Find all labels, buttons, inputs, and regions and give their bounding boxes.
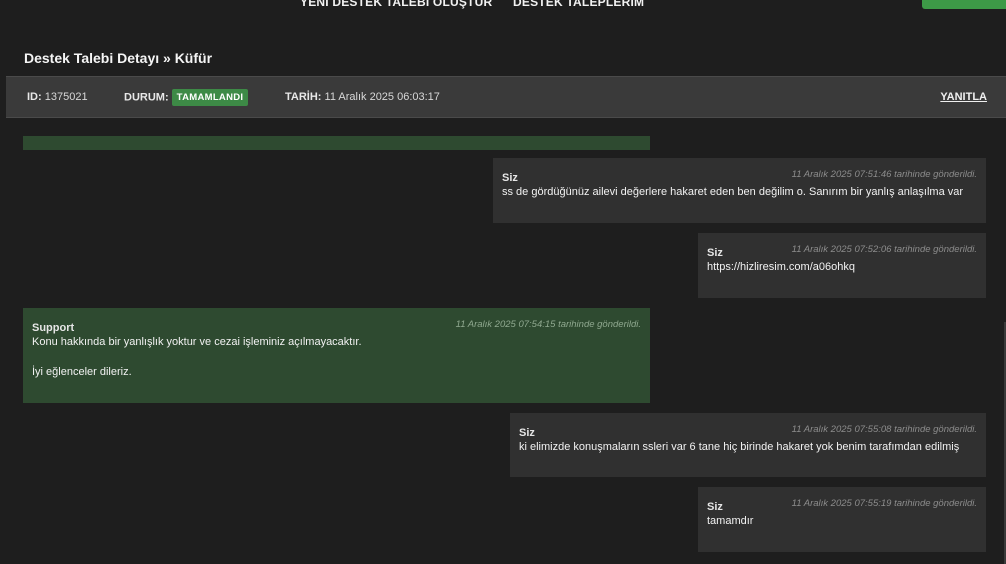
status-badge: TAMAMLANDI [171, 89, 249, 106]
message-timestamp: 11 Aralık 2025 07:55:19 tarihinde gönder… [791, 498, 977, 509]
message-author: Siz [519, 427, 535, 439]
message-author: Support [32, 322, 75, 334]
nav-my-tickets-link[interactable]: DESTEK TALEPLERİM [513, 0, 644, 9]
support-message-bottom-edge [23, 136, 650, 150]
nav-create-ticket-link[interactable]: YENİ DESTEK TALEBİ OLUŞTUR [300, 0, 492, 9]
message-bubble-user: Siz 11 Aralık 2025 07:55:19 tarihinde gö… [698, 487, 986, 552]
message-bubble-user: Siz 11 Aralık 2025 07:51:46 tarihinde gö… [493, 158, 986, 223]
message-bubble-user: Siz 11 Aralık 2025 07:55:08 tarihinde gö… [510, 413, 986, 477]
message-bubble-support: Support 11 Aralık 2025 07:54:15 tarihind… [23, 308, 650, 403]
reply-link[interactable]: YANITLA [940, 91, 987, 103]
ticket-id-value: 1375021 [44, 91, 88, 103]
ticket-date-value: 11 Aralık 2025 06:03:17 [324, 91, 440, 103]
ticket-date: TARİH: 11 Aralık 2025 06:03:17 [285, 91, 440, 103]
message-bubble-user: Siz 11 Aralık 2025 07:52:06 tarihinde gö… [698, 233, 986, 298]
message-author: Siz [707, 247, 723, 259]
top-navigation: YENİ DESTEK TALEBİ OLUŞTUR DESTEK TALEPL… [0, 0, 1006, 14]
ticket-status-label: DURUM: [124, 91, 169, 104]
message-text: ss de gördüğünüz ailevi değerlere hakare… [502, 186, 964, 198]
message-text: tamamdır [707, 515, 754, 527]
page-title: Destek Talebi Detayı » Küfür [24, 50, 213, 66]
message-timestamp: 11 Aralık 2025 07:52:06 tarihinde gönder… [791, 244, 977, 255]
ticket-info-bar: ID: 1375021 DURUM: TAMAMLANDI TARİH: 11 … [6, 76, 1006, 118]
ticket-id-label: ID: [27, 91, 42, 103]
message-text: Konu hakkında bir yanlışlık yoktur ve ce… [32, 336, 362, 348]
top-action-button[interactable] [922, 0, 1006, 9]
message-timestamp: 11 Aralık 2025 07:51:46 tarihinde gönder… [791, 169, 977, 180]
ticket-date-label: TARİH: [285, 91, 322, 103]
ticket-id: ID: 1375021 [27, 91, 88, 103]
message-author: Siz [707, 501, 723, 513]
message-timestamp: 11 Aralık 2025 07:55:08 tarihinde gönder… [791, 424, 977, 435]
message-text: https://hizliresim.com/a06ohkq [707, 261, 855, 273]
message-text: İyi eğlenceler dileriz. [32, 366, 132, 378]
message-text: ki elimizde konuşmaların ssleri var 6 ta… [519, 441, 960, 453]
message-timestamp: 11 Aralık 2025 07:54:15 tarihinde gönder… [455, 319, 641, 330]
ticket-status: DURUM: TAMAMLANDI [124, 89, 249, 106]
message-author: Siz [502, 172, 518, 184]
